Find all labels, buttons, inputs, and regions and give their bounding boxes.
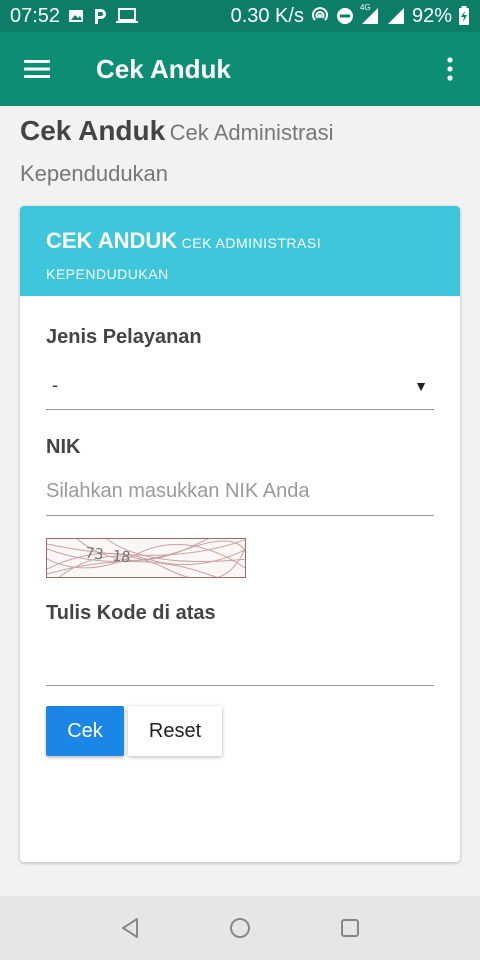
- status-bar: 07:52 0.30 K/s 4G 92%: [0, 0, 480, 32]
- parking-icon: [92, 7, 108, 25]
- jenis-pelayanan-value: -: [52, 375, 58, 395]
- network-badge: 4G: [359, 3, 371, 12]
- reset-button[interactable]: Reset: [128, 706, 222, 756]
- app-toolbar: Cek Anduk: [0, 32, 480, 106]
- network-speed: 0.30 K/s: [230, 4, 304, 27]
- recents-button[interactable]: [330, 908, 370, 948]
- nik-input[interactable]: [46, 468, 434, 516]
- captcha-text: 73 18: [85, 544, 132, 567]
- toolbar-title: Cek Anduk: [96, 53, 231, 84]
- signal-icon: [386, 7, 406, 25]
- card-header-title: CEK ANDUK: [46, 228, 178, 253]
- dropdown-caret-icon: ▼: [414, 377, 428, 394]
- system-nav-bar: [0, 896, 480, 960]
- battery-charging-icon: [458, 6, 470, 26]
- overflow-menu-button[interactable]: [420, 32, 480, 106]
- hamburger-menu-icon: [24, 60, 50, 78]
- card-header: CEK ANDUK CEK ADMINISTRASI KEPENDUDUKAN: [20, 206, 460, 296]
- kode-label: Tulis Kode di atas: [46, 602, 216, 624]
- battery-level: 92%: [411, 4, 452, 27]
- captcha-image: 73 18: [46, 538, 246, 578]
- laptop-icon: [116, 8, 139, 24]
- do-not-disturb-icon: [336, 7, 354, 25]
- back-button[interactable]: [110, 908, 150, 948]
- check-form-card: CEK ANDUK CEK ADMINISTRASI KEPENDUDUKAN …: [20, 206, 460, 862]
- nik-label: NIK: [46, 436, 81, 458]
- cek-button[interactable]: Cek: [46, 706, 124, 756]
- recents-square-icon: [341, 919, 359, 937]
- jenis-pelayanan-label: Jenis Pelayanan: [46, 326, 202, 348]
- page-title: Cek Anduk: [20, 115, 166, 146]
- more-vertical-icon: [447, 57, 453, 81]
- jenis-pelayanan-select[interactable]: - ▼: [46, 362, 434, 410]
- home-button[interactable]: [220, 908, 260, 948]
- hotspot-icon: [310, 6, 330, 26]
- status-time: 07:52: [10, 4, 61, 27]
- home-circle-icon: [230, 918, 250, 938]
- page-heading: Cek Anduk Cek Administrasi Kependudukan: [20, 112, 460, 196]
- menu-button[interactable]: [0, 32, 74, 106]
- signal-4g-icon: 4G: [360, 3, 380, 25]
- image-icon: [68, 8, 84, 24]
- back-triangle-icon: [122, 918, 138, 938]
- captcha-code-input[interactable]: [46, 638, 434, 686]
